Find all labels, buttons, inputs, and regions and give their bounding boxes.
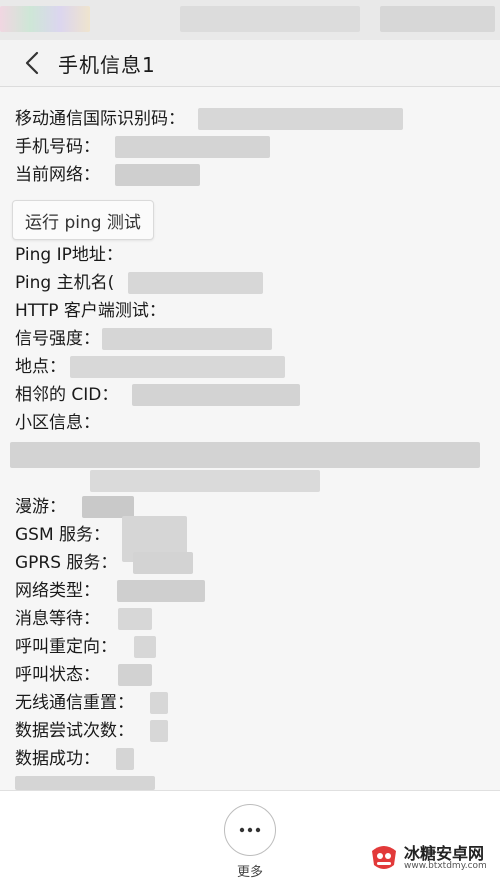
radio-reset-value <box>150 692 168 714</box>
ping-ip-label: Ping IP地址： <box>15 245 123 265</box>
status-bar-blur <box>180 6 360 32</box>
bottom-bar: 更多 冰糖安卓网 www.btxtdmy.com <box>0 790 500 891</box>
status-bar-blur <box>380 6 495 32</box>
status-bar <box>0 0 500 40</box>
phone-info-list[interactable]: 移动通信国际识别码： 手机号码： 当前网络： 运行 ping 测试 Ping I… <box>0 86 500 790</box>
call-redirect-label: 呼叫重定向： <box>15 637 117 657</box>
page-title: 手机信息1 <box>58 52 156 77</box>
roaming-value <box>82 496 134 518</box>
network-type-value <box>117 580 205 602</box>
more-label: 更多 <box>236 865 263 880</box>
watermark-url: www.btxtdmy.com <box>404 861 487 871</box>
message-waiting-label: 消息等待： <box>15 609 100 629</box>
phone-number-label: 手机号码： <box>15 137 100 157</box>
cell-info-value <box>10 442 480 468</box>
gprs-service-label: GPRS 服务： <box>15 553 118 573</box>
message-waiting-value <box>118 608 152 630</box>
imei-value <box>198 108 403 130</box>
call-state-label: 呼叫状态： <box>15 665 100 685</box>
cut-off-row <box>15 776 155 790</box>
data-attempts-label: 数据尝试次数： <box>15 721 134 741</box>
location-label: 地点： <box>15 357 66 377</box>
neighbor-cid-value <box>132 384 300 406</box>
radio-reset-label: 无线通信重置： <box>15 693 134 713</box>
current-network-value <box>115 164 200 186</box>
back-arrow-icon <box>25 51 39 75</box>
back-button[interactable] <box>12 43 52 83</box>
data-attempts-value <box>150 720 168 742</box>
neighbor-cid-label: 相邻的 CID： <box>15 385 119 405</box>
signal-strength-value <box>102 328 272 350</box>
imei-label: 移动通信国际识别码： <box>15 109 185 129</box>
more-button[interactable] <box>224 804 276 856</box>
location-value <box>70 356 285 378</box>
phone-number-value <box>115 136 270 158</box>
call-redirect-value <box>134 636 156 658</box>
network-type-label: 网络类型： <box>15 581 100 601</box>
app-bar: 手机信息1 <box>0 40 500 87</box>
roaming-label: 漫游： <box>15 497 66 517</box>
ping-host-label: Ping 主机名( <box>15 273 115 293</box>
watermark-logo-icon <box>372 846 396 869</box>
gprs-service-value <box>133 552 193 574</box>
status-bar-blur <box>0 6 90 32</box>
ping-host-value <box>128 272 263 294</box>
current-network-label: 当前网络： <box>15 165 100 185</box>
cell-info-value-2 <box>90 470 320 492</box>
more-dots-icon <box>239 827 261 833</box>
run-ping-test-button[interactable]: 运行 ping 测试 <box>12 200 154 240</box>
call-state-value <box>118 664 152 686</box>
http-client-test-label: HTTP 客户端测试： <box>15 301 166 321</box>
signal-strength-label: 信号强度： <box>15 329 100 349</box>
gsm-service-label: GSM 服务： <box>15 525 111 545</box>
watermark: 冰糖安卓网 www.btxtdmy.com <box>368 839 498 879</box>
cell-info-label: 小区信息： <box>15 413 100 433</box>
data-success-value <box>116 748 134 770</box>
data-success-label: 数据成功： <box>15 749 100 769</box>
